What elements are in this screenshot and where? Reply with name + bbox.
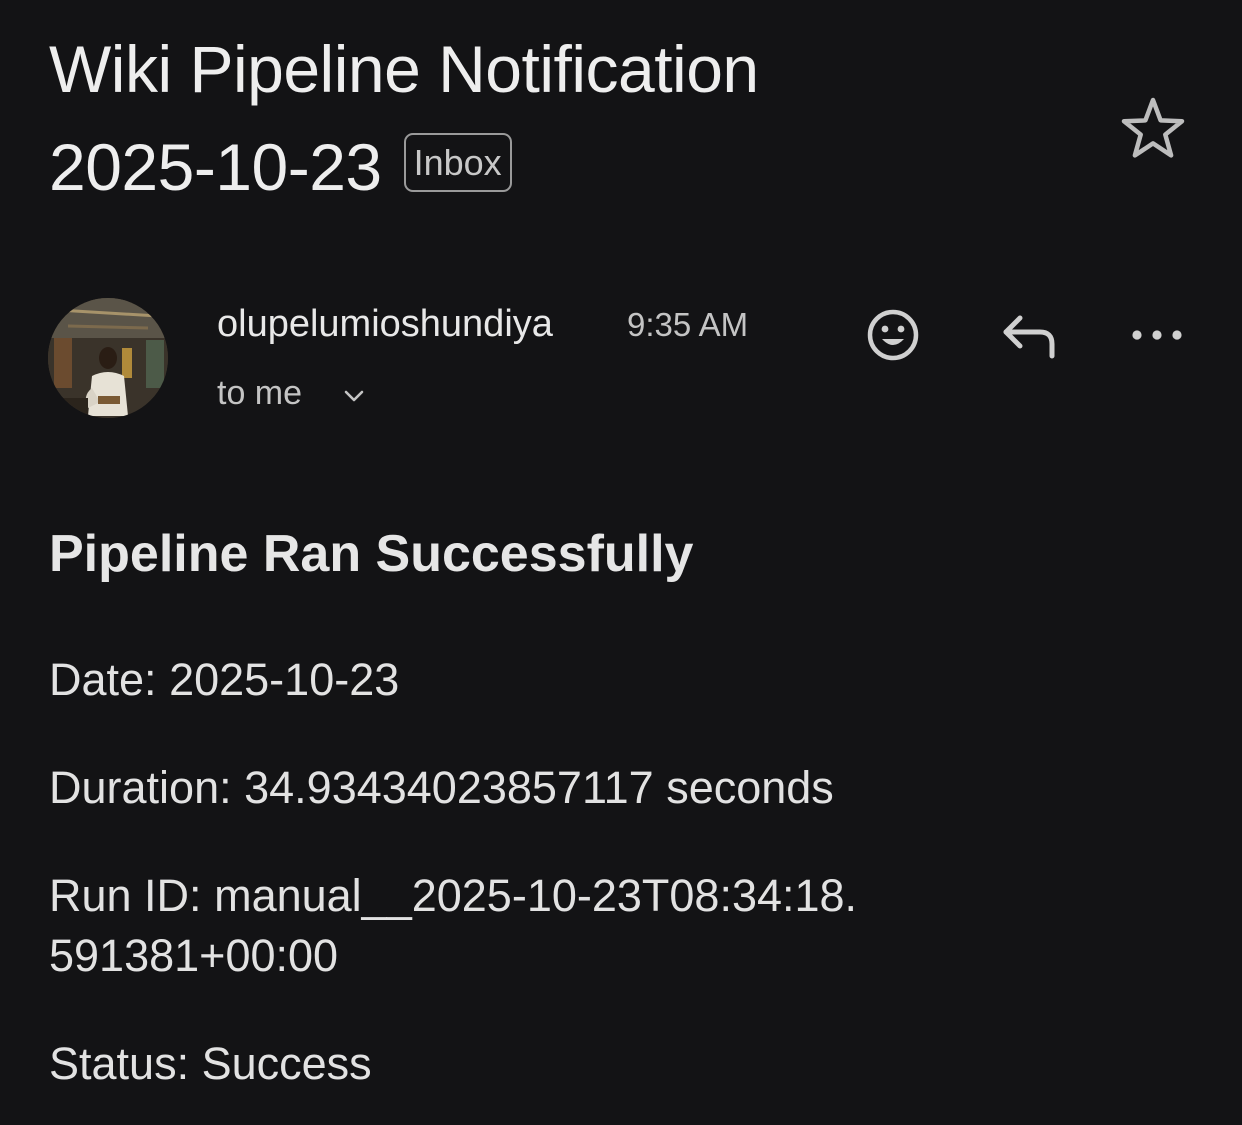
subject-line-1: Wiki Pipeline Notification	[49, 32, 759, 106]
sent-time: 9:35 AM	[627, 306, 749, 343]
avatar-photo-image	[48, 298, 168, 418]
duration-value: 34.93434023857117 seconds	[244, 762, 834, 813]
run-id-value-continued: 591381+00:00	[49, 930, 339, 981]
subject-date: 2025-10-23	[49, 130, 382, 204]
emoji-reaction-icon[interactable]	[864, 306, 922, 364]
recipients-toggle[interactable]: to me	[217, 374, 302, 413]
inbox-label-badge[interactable]: Inbox	[403, 133, 512, 193]
status-label: Status:	[49, 1038, 190, 1089]
status-value: Success	[201, 1038, 372, 1089]
run-id-value: manual__2025-10-23T08:34:18.	[214, 870, 858, 921]
reply-icon[interactable]	[996, 310, 1058, 362]
star-icon[interactable]	[1118, 94, 1188, 164]
subject-line-2: 2025-10-23 Inbox	[49, 118, 1069, 216]
run-id-label: Run ID:	[49, 870, 202, 921]
more-options-icon[interactable]	[1128, 320, 1186, 350]
duration-label: Duration:	[49, 762, 232, 813]
date-line: Date: 2025-10-23	[49, 650, 399, 710]
date-value: 2025-10-23	[169, 654, 400, 705]
run-id-line: Run ID: manual__2025-10-23T08:34:18. 591…	[49, 866, 857, 986]
email-view: Wiki Pipeline Notification 2025-10-23 Inb…	[0, 0, 1242, 1125]
duration-line: Duration: 34.93434023857117 seconds	[49, 758, 834, 818]
status-line: Status: Success	[49, 1034, 372, 1094]
avatar[interactable]	[48, 298, 168, 418]
body-heading: Pipeline Ran Successfully	[49, 525, 694, 583]
chevron-down-icon[interactable]	[342, 386, 366, 406]
email-subject: Wiki Pipeline Notification 2025-10-23 Inb…	[49, 20, 1069, 216]
date-label: Date:	[49, 654, 157, 705]
sender-name[interactable]: olupelumioshundiya	[217, 303, 553, 346]
